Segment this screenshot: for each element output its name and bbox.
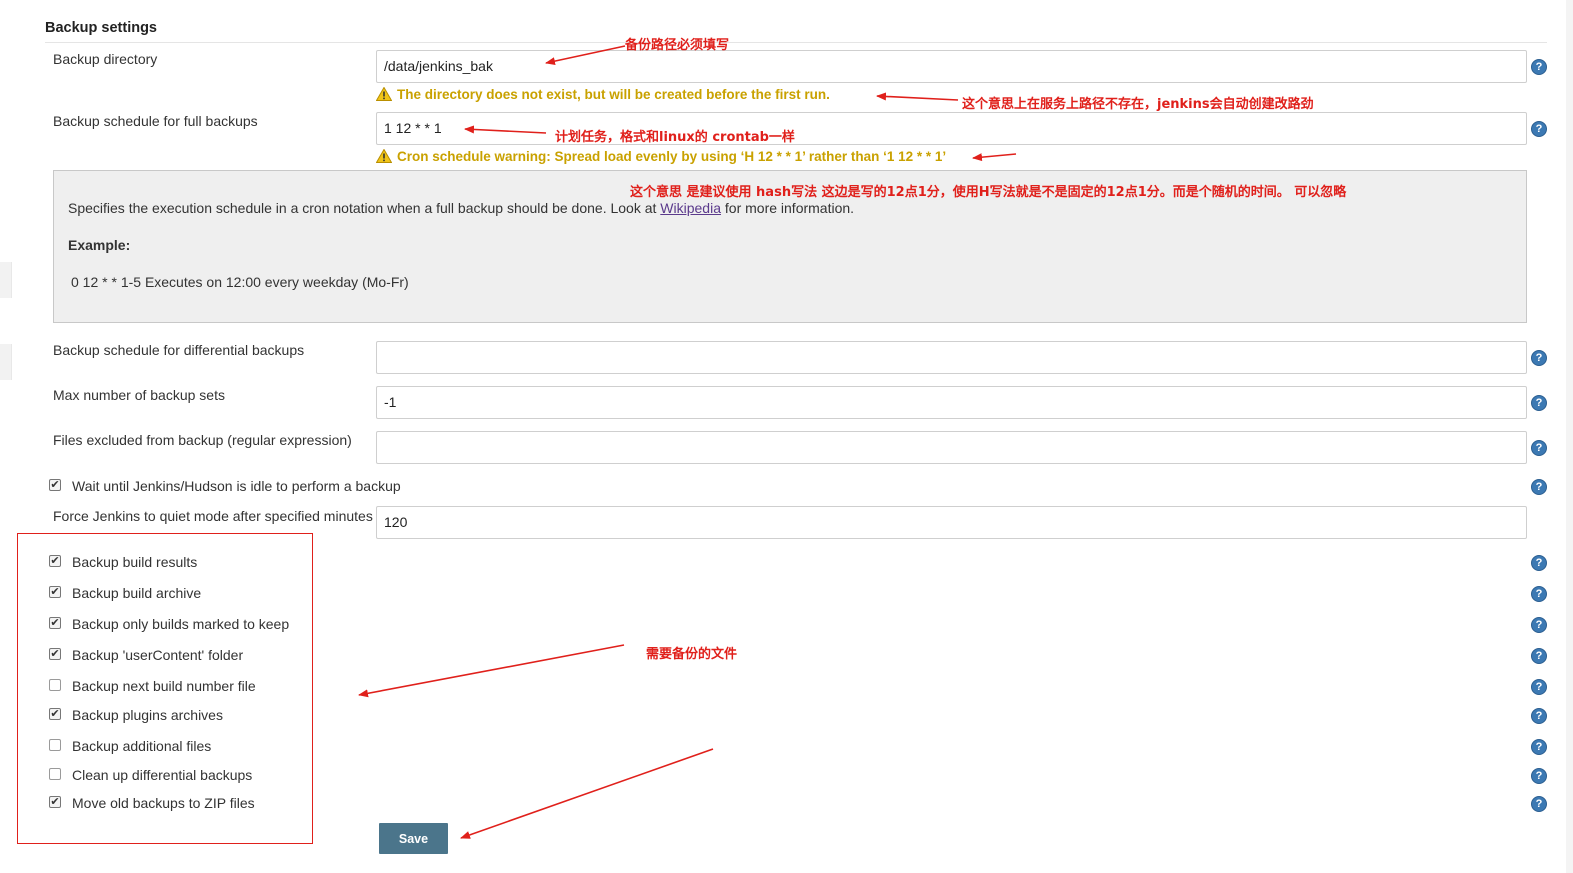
annotation-dir-auto-create: 这个意思上在服务上路径不存在，jenkins会自动创建改路劲 xyxy=(962,97,1314,112)
annotation-arrow xyxy=(545,45,626,66)
annotation-arrow xyxy=(876,92,959,101)
annotation-hash-advice: 这个意思 是建议使用 hash写法 这边是写的12点1分，使用H写法就是不是固定… xyxy=(630,185,1347,200)
annotation-dir-required: 备份路径必须填写 xyxy=(625,38,730,53)
annotation-arrow xyxy=(464,125,547,134)
annotation-arrow xyxy=(972,153,1017,162)
annotation-cron-task: 计划任务，格式和linux的 crontab一样 xyxy=(555,130,795,145)
annotation-files-to-backup: 需要备份的文件 xyxy=(646,647,738,662)
annotation-arrow xyxy=(460,748,714,839)
annotation-arrow xyxy=(358,644,625,698)
